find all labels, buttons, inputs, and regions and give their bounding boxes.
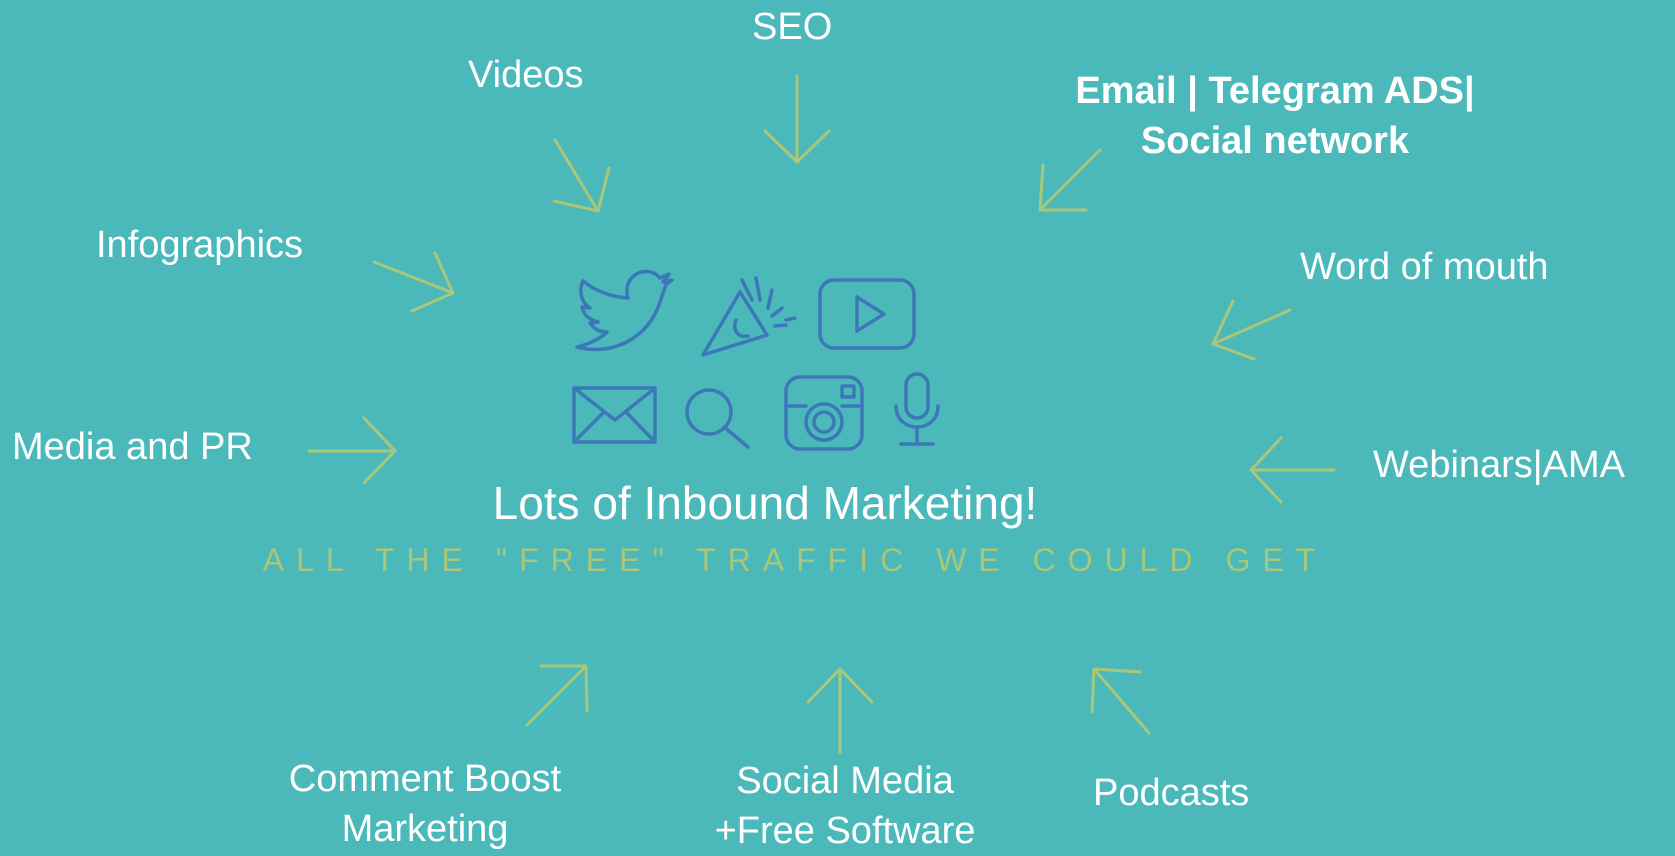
- arrow-podcasts: [1090, 667, 1151, 735]
- magnifier-icon: [685, 388, 750, 449]
- instagram-camera-icon: [784, 375, 864, 451]
- diagram-graphics: [307, 74, 1336, 755]
- envelope-icon: [572, 386, 657, 444]
- arrow-social-media: [806, 667, 874, 755]
- twitter-bird-icon: [575, 269, 674, 352]
- arrow-media-pr: [307, 416, 397, 485]
- arrow-seo: [763, 74, 831, 164]
- arrow-email: [1038, 148, 1102, 212]
- arrow-videos: [552, 138, 611, 213]
- arrow-word-of-mouth: [1211, 299, 1292, 361]
- video-play-icon: [818, 278, 916, 350]
- arrow-webinars: [1249, 436, 1336, 504]
- arrow-comment-boost: [525, 664, 589, 727]
- diagram: SEO Videos Email | Telegram ADS| Social …: [0, 0, 1675, 853]
- arrow-infographics: [372, 251, 455, 313]
- microphone-icon: [894, 372, 940, 446]
- megaphone-icon: [701, 276, 797, 357]
